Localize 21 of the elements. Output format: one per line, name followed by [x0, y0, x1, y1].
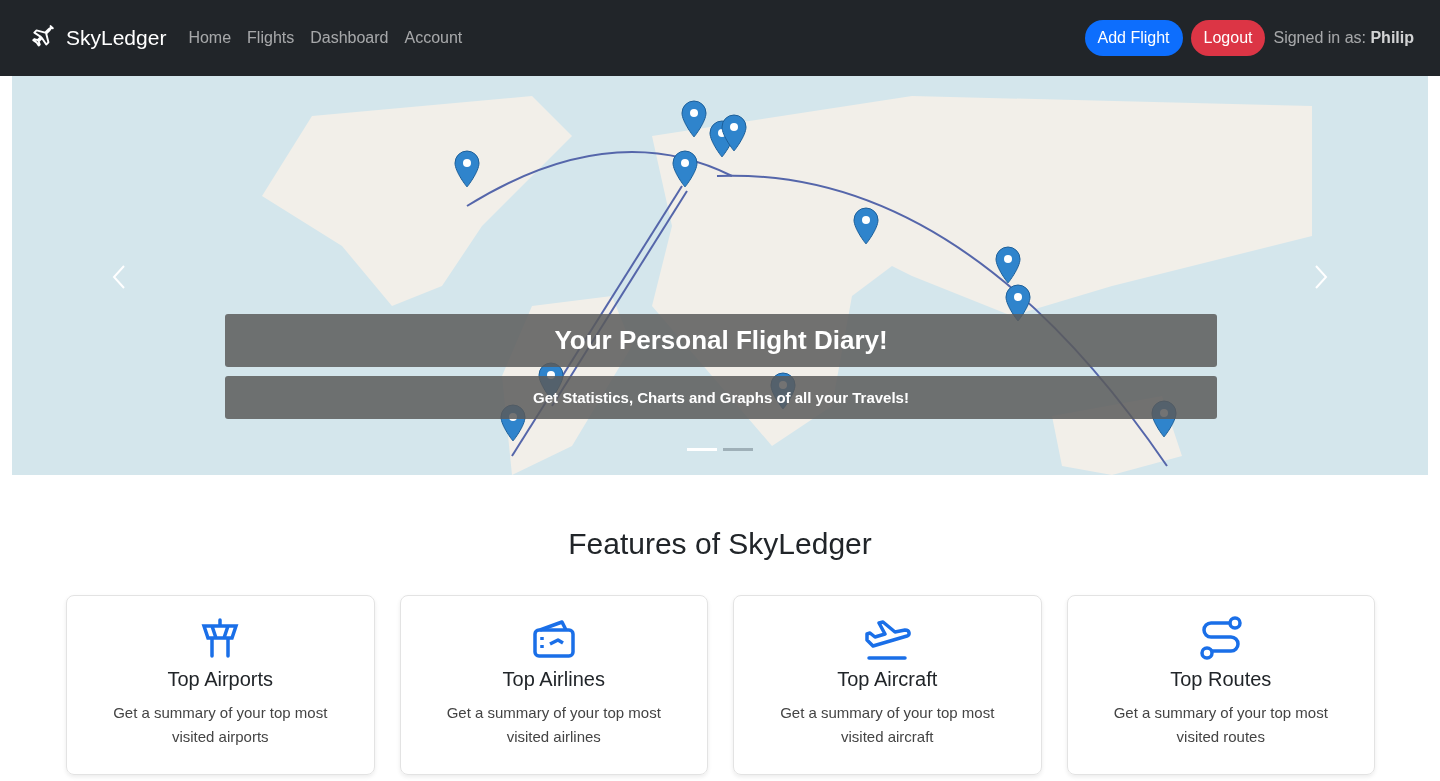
card-text: Get a summary of your top most visited aircraft	[779, 703, 996, 747]
logout-button[interactable]: Logout	[1190, 20, 1266, 56]
brand-link[interactable]: SkyLedger	[30, 25, 167, 51]
card-text: Get a summary of your top most visited airports	[112, 703, 329, 747]
card-text: Get a summary of your top most visited routes	[1112, 703, 1329, 747]
carousel-subtitle: Get Statistics, Charts and Graphs of all your Travels!	[225, 376, 1217, 419]
card-title: Top Aircraft	[837, 668, 938, 691]
card-title: Top Routes	[1170, 668, 1272, 691]
card-text: Get a summary of your top most visited airlines	[445, 703, 662, 747]
nav-link[interactable]: Home	[188, 29, 232, 47]
nav-link[interactable]: Account	[404, 29, 463, 47]
nav-link[interactable]: Flights	[247, 29, 295, 47]
add-flight-button[interactable]: Add Flight	[1084, 20, 1183, 56]
carousel-indicator[interactable]	[723, 448, 753, 451]
carousel-title: Your Personal Flight Diary!	[225, 314, 1217, 367]
nav-link[interactable]: Dashboard	[310, 29, 389, 47]
signed-in-text: Signed in as: Philip	[1273, 29, 1414, 47]
card-title: Top Airports	[167, 668, 274, 691]
carousel-indicator[interactable]	[687, 448, 717, 451]
card-title: Top Airlines	[502, 668, 605, 691]
features-heading: Features of SkyLedger	[567, 527, 873, 561]
